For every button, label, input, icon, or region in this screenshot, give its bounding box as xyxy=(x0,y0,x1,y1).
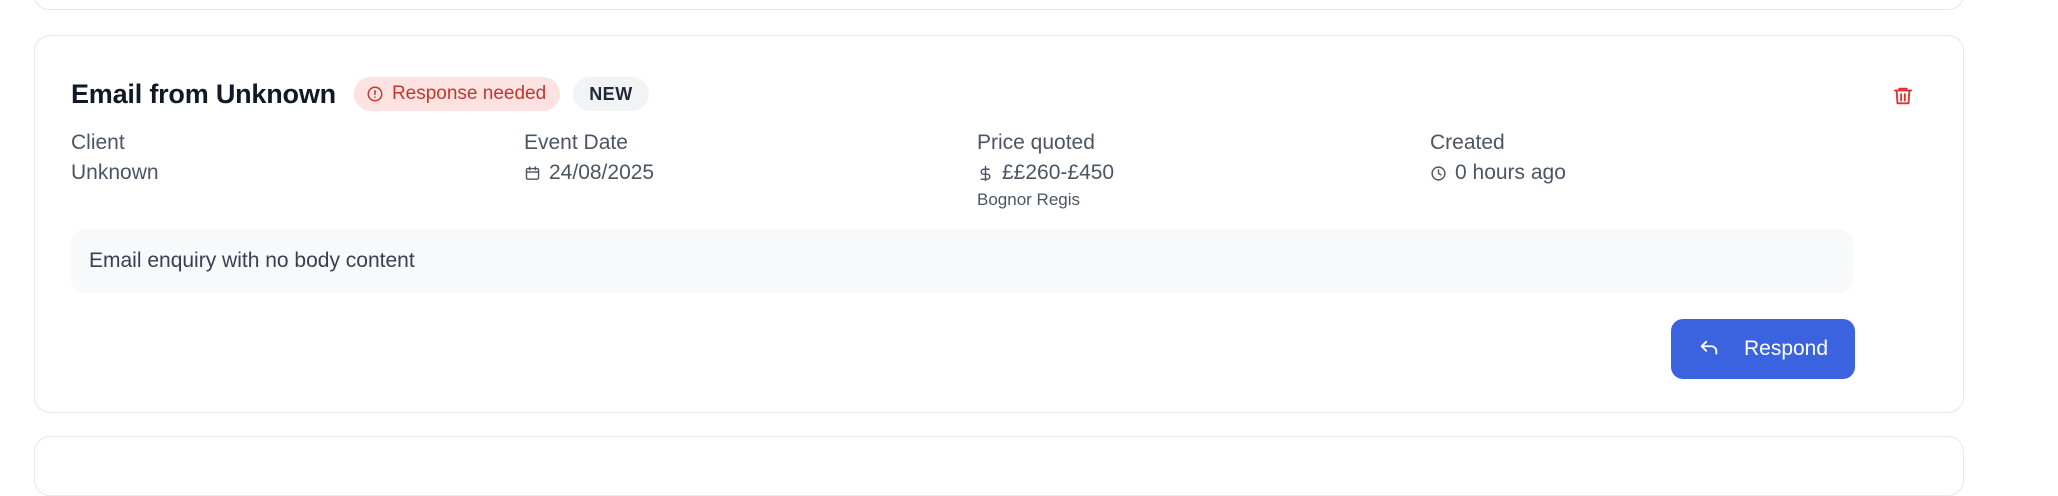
price-label: Price quoted xyxy=(977,131,1095,154)
card-header: Email from Unknown Response needed NEW xyxy=(71,75,649,113)
next-card xyxy=(34,436,1964,496)
clock-icon xyxy=(1431,165,1446,181)
price-text: ££260-£450 xyxy=(1002,161,1115,184)
previous-card xyxy=(34,0,1964,10)
trash-icon xyxy=(1893,87,1913,105)
created-value: 0 hours ago xyxy=(1430,158,1566,188)
price-value: ££260-£450 xyxy=(977,158,1114,188)
price-field: Price quoted ££260-£450 Bognor Regis xyxy=(977,128,1114,212)
delete-button[interactable] xyxy=(1888,81,1918,111)
respond-label: Respond xyxy=(1743,337,1829,360)
enquiry-card: Email from Unknown Response needed NEW C… xyxy=(34,35,1964,413)
event-date-value: 24/08/2025 xyxy=(524,158,654,188)
created-text: 0 hours ago xyxy=(1455,161,1566,184)
alert-circle-icon xyxy=(367,86,383,102)
card-title: Email from Unknown xyxy=(71,78,336,109)
new-badge: NEW xyxy=(573,77,649,111)
respond-button[interactable]: Respond xyxy=(1671,319,1855,379)
reply-icon xyxy=(1700,340,1718,355)
email-body: Email enquiry with no body content xyxy=(71,229,1853,293)
email-body-text: Email enquiry with no body content xyxy=(89,249,415,272)
created-field: Created 0 hours ago xyxy=(1430,128,1566,188)
response-needed-badge: Response needed xyxy=(353,77,561,111)
calendar-icon xyxy=(525,165,540,180)
created-label: Created xyxy=(1430,131,1505,154)
location-text: Bognor Regis xyxy=(977,190,1081,209)
client-label: Client xyxy=(71,131,125,154)
dollar-icon xyxy=(980,165,991,181)
event-date-text: 24/08/2025 xyxy=(549,161,655,184)
event-date-field: Event Date 24/08/2025 xyxy=(524,128,654,188)
event-date-label: Event Date xyxy=(524,131,628,154)
client-field: Client Unknown xyxy=(71,128,159,188)
response-needed-label: Response needed xyxy=(391,83,547,104)
client-value: Unknown xyxy=(71,161,159,184)
